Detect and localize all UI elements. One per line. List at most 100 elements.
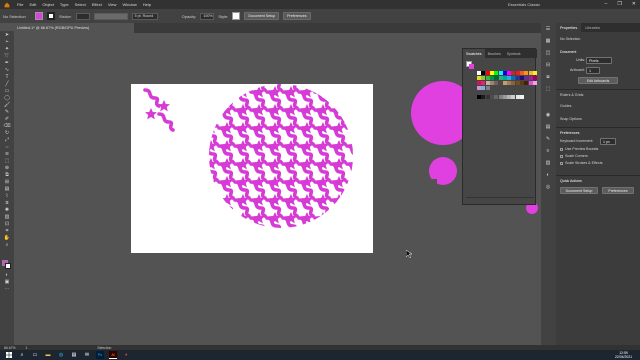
scale-strokes-option[interactable]: Scale Strokes & Effects xyxy=(560,161,603,165)
pencil-tool-icon[interactable]: ✎ xyxy=(3,110,11,115)
stroke-icon[interactable]: ≡ xyxy=(544,149,552,154)
gradient-tool-icon[interactable]: ▤ xyxy=(3,187,11,192)
pathfinder-icon[interactable]: ⧈ xyxy=(544,75,552,80)
symbol-sprayer-icon[interactable]: ✺ xyxy=(3,208,11,213)
menu-effect[interactable]: Effect xyxy=(92,2,102,7)
windows-start-icon[interactable] xyxy=(5,351,13,359)
lasso-icon[interactable]: ➰ xyxy=(3,54,11,59)
edge-icon[interactable]: ◍ xyxy=(57,351,65,359)
explorer-icon[interactable]: ▬ xyxy=(44,351,52,359)
mail-icon[interactable]: ✉ xyxy=(83,351,91,359)
graph-tool-icon[interactable]: ▥ xyxy=(3,215,11,220)
brushes-icon[interactable]: ✎ xyxy=(544,137,552,142)
document-setup-button[interactable]: Document Setup xyxy=(244,12,280,20)
color-swatch[interactable] xyxy=(532,81,537,85)
magenta-circle-shape[interactable] xyxy=(411,81,465,145)
menu-view[interactable]: View xyxy=(108,2,117,7)
tab-symbols[interactable]: Symbols xyxy=(504,52,524,56)
document-tab[interactable]: Untitled-1* @ 66.67% (RGB/GPU Preview) xyxy=(14,23,134,33)
color-icon[interactable]: ◉ xyxy=(544,113,552,118)
preferences-button[interactable]: Preferences xyxy=(283,12,311,20)
preferences-quick-button[interactable]: Preferences xyxy=(602,187,634,194)
fill-swatch[interactable] xyxy=(35,12,43,20)
scale-corners-checkbox[interactable] xyxy=(560,154,563,158)
search-icon[interactable]: ⌕ xyxy=(18,351,26,359)
task-view-icon[interactable]: ▭ xyxy=(31,351,39,359)
rotate-tool-icon[interactable]: ↻ xyxy=(3,131,11,136)
shape-builder-icon[interactable]: ⊕ xyxy=(3,166,11,171)
eyedropper-icon[interactable]: ⌇ xyxy=(3,194,11,199)
menu-file[interactable]: File xyxy=(17,2,23,7)
scale-corners-option[interactable]: Scale Corners xyxy=(560,154,588,158)
store-icon[interactable]: ▤ xyxy=(70,351,78,359)
rectangle-tool-icon[interactable]: ▭ xyxy=(3,89,11,94)
artboard-tool-icon[interactable]: ⊡ xyxy=(3,222,11,227)
tab-libraries[interactable]: Libraries xyxy=(581,23,604,32)
keyboard-increment-field[interactable]: 1 px xyxy=(600,138,616,145)
warp-tool-icon[interactable]: ≋ xyxy=(3,152,11,157)
menu-edit[interactable]: Edit xyxy=(29,2,36,7)
stroke-swatch[interactable] xyxy=(47,12,55,20)
menu-help[interactable]: Help xyxy=(143,2,151,7)
tab-brushes[interactable]: Brushes xyxy=(485,52,504,56)
scale-tool-icon[interactable]: ⤢ xyxy=(3,138,11,143)
opacity-field[interactable]: 100% xyxy=(200,12,215,20)
hand-tool-icon[interactable]: ✋ xyxy=(3,236,11,241)
paintbrush-tool-icon[interactable]: 🖌 xyxy=(3,103,11,108)
color-swatch[interactable] xyxy=(532,76,537,80)
use-preview-bounds-checkbox[interactable] xyxy=(560,147,563,151)
selection-tool-icon[interactable]: ➤ xyxy=(3,33,11,38)
document-setup-quick-button[interactable]: Document Setup xyxy=(560,187,598,194)
layers-icon[interactable]: ◫ xyxy=(544,51,552,56)
perspective-grid-icon[interactable]: ⧉ xyxy=(3,173,11,178)
workspace-switcher[interactable]: Essentials Classic xyxy=(508,2,540,7)
eraser-tool-icon[interactable]: ⌫ xyxy=(3,124,11,129)
properties-icon[interactable]: ☰ xyxy=(544,27,552,32)
variable-width-field[interactable] xyxy=(93,12,128,20)
edit-toolbar-icon[interactable]: ⋯ xyxy=(3,287,11,292)
menu-window[interactable]: Window xyxy=(122,2,136,7)
line-tool-icon[interactable]: ╱ xyxy=(3,82,11,87)
swatch-stroke-preview[interactable] xyxy=(469,64,474,69)
zoom-level[interactable]: 66.67% xyxy=(4,346,16,350)
menu-type[interactable]: Type xyxy=(60,2,69,7)
illustrator-icon[interactable]: Ai xyxy=(109,351,117,359)
stroke-weight-field[interactable] xyxy=(75,12,90,20)
artboard[interactable] xyxy=(131,84,373,253)
shaper-tool-icon[interactable]: ✐ xyxy=(3,117,11,122)
stroke-color-icon[interactable] xyxy=(5,263,11,269)
mesh-tool-icon[interactable]: ⊞ xyxy=(3,180,11,185)
menu-select[interactable]: Select xyxy=(75,2,86,7)
edit-artboards-button[interactable]: Edit Artboards xyxy=(578,77,618,84)
chrome-icon[interactable]: ◕ xyxy=(122,351,130,359)
slice-tool-icon[interactable]: ⌗ xyxy=(3,229,11,234)
swatches-icon[interactable]: ▤ xyxy=(544,125,552,130)
transform-icon[interactable]: ⬚ xyxy=(544,87,552,92)
system-clock[interactable]: 12:59 22/04/2021 xyxy=(615,351,632,359)
type-tool-icon[interactable]: T xyxy=(3,75,11,80)
artboard-dropdown[interactable]: 1 xyxy=(586,67,600,74)
pen-tool-icon[interactable]: ✒ xyxy=(3,61,11,66)
home-icon[interactable] xyxy=(3,1,11,8)
transparency-icon[interactable]: ◐ xyxy=(544,173,552,178)
photoshop-icon[interactable]: Ps xyxy=(96,351,104,359)
tab-properties[interactable]: Properties xyxy=(556,23,582,32)
maximize-button[interactable]: ❐ xyxy=(617,1,621,7)
pattern-tile[interactable] xyxy=(143,88,175,132)
magic-wand-icon[interactable]: ✦ xyxy=(3,47,11,52)
gray-swatch[interactable] xyxy=(520,95,524,99)
appearance-icon[interactable]: ◎ xyxy=(544,185,552,190)
patterned-circle[interactable] xyxy=(203,84,361,241)
align-icon[interactable]: ⊟ xyxy=(544,63,552,68)
zoom-tool-icon[interactable]: ⌕ xyxy=(3,243,11,248)
curvature-tool-icon[interactable]: ∿ xyxy=(3,68,11,73)
color-swatch[interactable] xyxy=(532,71,537,75)
units-dropdown[interactable]: Pixels xyxy=(586,57,612,64)
use-preview-bounds-option[interactable]: Use Preview Bounds xyxy=(560,147,598,151)
width-tool-icon[interactable]: ⇔ xyxy=(3,145,11,150)
blend-tool-icon[interactable]: ⧖ xyxy=(3,201,11,206)
tab-swatches[interactable]: Swatches xyxy=(463,49,485,58)
free-transform-icon[interactable]: ⬚ xyxy=(3,159,11,164)
close-button[interactable]: ✕ xyxy=(632,1,636,7)
direct-selection-tool-icon[interactable]: ➢ xyxy=(3,40,11,45)
